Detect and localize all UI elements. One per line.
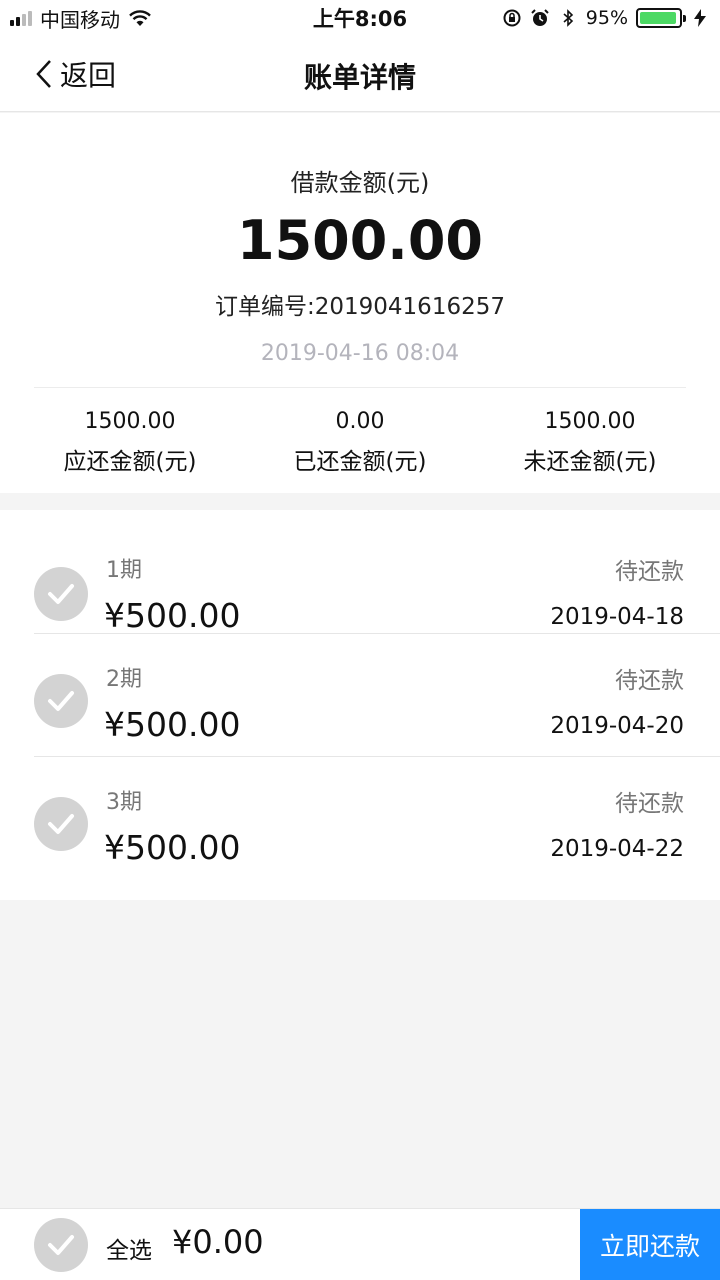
battery-fill xyxy=(640,12,677,24)
checkmark-icon xyxy=(48,691,74,711)
checkmark-icon xyxy=(48,814,74,834)
loan-amount: 1500.00 xyxy=(237,209,483,272)
nav-bar: 返回 账单详情 xyxy=(0,36,720,112)
page-title: 账单详情 xyxy=(303,61,416,94)
status-bar: 中国移动 上午8:06 95% xyxy=(0,0,720,36)
order-time: 2019-04-16 08:04 xyxy=(260,341,460,366)
charging-icon xyxy=(694,9,706,27)
installment-checkbox[interactable] xyxy=(34,797,88,851)
select-all-label[interactable]: 全选 xyxy=(106,1231,152,1265)
stat-value: 1500.00 xyxy=(544,409,636,434)
installment-status: 待还款 xyxy=(615,791,684,817)
battery-percent: 95% xyxy=(585,7,628,29)
bottom-bar: 全选 ¥0.00 立即还款 xyxy=(0,1208,720,1280)
installment-period: 1期 xyxy=(106,558,142,583)
stat-label: 已还金额(元) xyxy=(293,449,427,475)
installment-amount: ¥500.00 xyxy=(104,828,241,867)
installment-due-date: 2019-04-18 xyxy=(550,604,684,630)
wifi-icon xyxy=(129,10,151,26)
installment-period: 2期 xyxy=(106,667,142,692)
installment-row[interactable]: 1期 ¥500.00 待还款 2019-04-18 xyxy=(0,510,720,635)
installment-amount: ¥500.00 xyxy=(104,705,241,744)
checkmark-icon xyxy=(48,584,74,604)
battery-icon xyxy=(636,8,686,28)
installment-row[interactable]: 2期 ¥500.00 待还款 2019-04-20 xyxy=(0,633,720,756)
stat-paid: 0.00 已还金额(元) xyxy=(260,409,460,476)
carrier-label: 中国移动 xyxy=(40,7,120,32)
checkmark-icon xyxy=(48,1235,74,1255)
order-number: 订单编号:2019041616257 xyxy=(215,294,505,320)
stat-due: 1500.00 应还金额(元) xyxy=(30,409,230,476)
status-time: 上午8:06 xyxy=(312,7,408,31)
installment-status: 待还款 xyxy=(615,559,684,585)
pay-now-button[interactable]: 立即还款 xyxy=(580,1209,720,1280)
installment-checkbox[interactable] xyxy=(34,674,88,728)
stat-value: 1500.00 xyxy=(84,409,176,434)
status-left: 中国移动 xyxy=(10,4,270,33)
bluetooth-icon xyxy=(563,9,573,27)
signal-icon xyxy=(10,10,32,26)
installment-due-date: 2019-04-22 xyxy=(550,836,684,862)
rotation-lock-icon xyxy=(503,9,521,27)
stat-value: 0.00 xyxy=(335,409,385,434)
loan-summary: 借款金额(元) 1500.00 订单编号:2019041616257 2019-… xyxy=(0,113,720,493)
selected-total: ¥0.00 xyxy=(172,1223,264,1261)
stat-label: 应还金额(元) xyxy=(63,449,197,475)
select-all-checkbox[interactable] xyxy=(34,1218,88,1272)
bill-detail-screen: 中国移动 上午8:06 95% 返回 账单详情 借款金额(元) 1500.00 … xyxy=(0,0,720,1280)
divider xyxy=(34,387,686,388)
alarm-icon xyxy=(531,9,549,26)
stat-unpaid: 1500.00 未还金额(元) xyxy=(490,409,690,476)
installment-due-date: 2019-04-20 xyxy=(550,713,684,739)
installment-list: 1期 ¥500.00 待还款 2019-04-18 2期 ¥500.00 待还款… xyxy=(0,510,720,900)
repayment-stats: 1500.00 应还金额(元) 0.00 已还金额(元) 1500.00 未还金… xyxy=(0,409,720,476)
installment-checkbox[interactable] xyxy=(34,567,88,621)
stat-label: 未还金额(元) xyxy=(523,449,657,475)
loan-amount-label: 借款金额(元) xyxy=(290,169,430,197)
installment-period: 3期 xyxy=(106,790,142,815)
status-right: 95% xyxy=(450,7,710,29)
installment-row[interactable]: 3期 ¥500.00 待还款 2019-04-22 xyxy=(0,756,720,879)
installment-amount: ¥500.00 xyxy=(104,596,241,635)
installment-status: 待还款 xyxy=(615,668,684,694)
